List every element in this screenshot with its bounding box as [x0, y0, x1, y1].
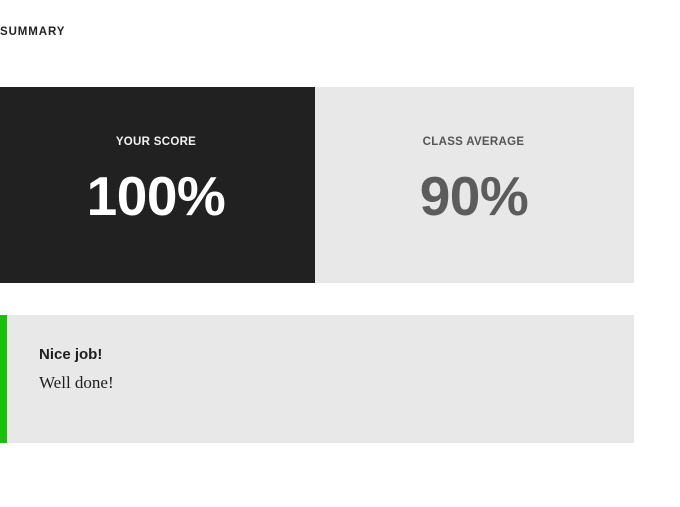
your-score-panel: YOUR SCORE 100% — [0, 87, 315, 283]
class-average-value: 90% — [419, 165, 529, 227]
class-average-panel: CLASS AVERAGE 90% — [315, 87, 634, 283]
your-score-label: YOUR SCORE — [115, 136, 197, 148]
your-score-value: 100% — [86, 165, 226, 227]
summary-heading: SUMMARY — [0, 26, 66, 38]
class-average-label: CLASS AVERAGE — [422, 136, 525, 148]
feedback-message: Well done! — [39, 373, 114, 392]
feedback-title: Nice job! — [39, 346, 103, 363]
feedback-accent-bar — [0, 315, 7, 443]
feedback-box: Nice job! Well done! — [0, 315, 634, 443]
